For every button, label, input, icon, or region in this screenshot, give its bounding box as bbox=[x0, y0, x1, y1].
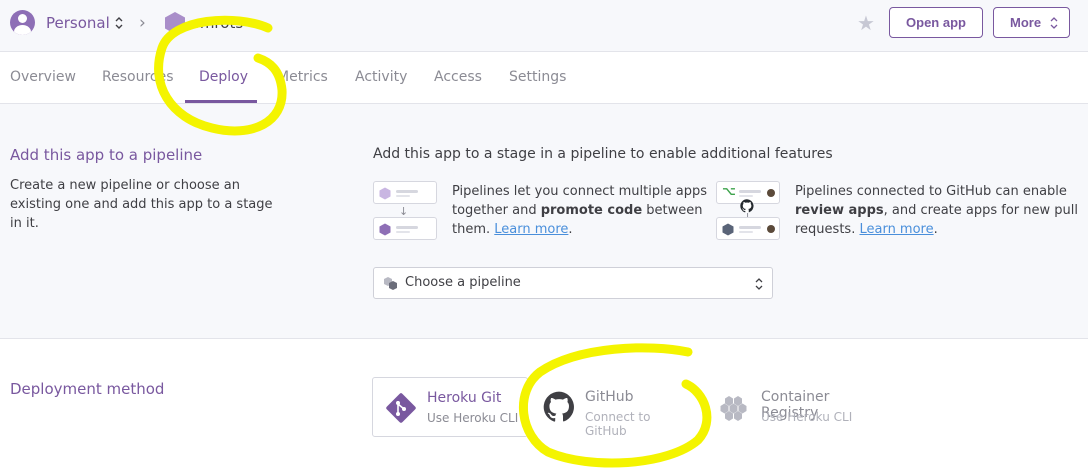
pipeline-section: Add this app to a pipeline Create a new … bbox=[0, 104, 1088, 339]
pipeline-feature-text: Pipelines let you connect multiple apps … bbox=[452, 184, 708, 237]
hexagon-icon bbox=[379, 223, 391, 236]
hexagon-icon bbox=[379, 187, 391, 200]
container-registry-icon bbox=[720, 396, 747, 421]
method-subtitle: Connect to GitHub bbox=[585, 410, 651, 438]
app-name[interactable]: smrots bbox=[192, 14, 243, 32]
pipeline-heading: Add this app to a stage in a pipeline to… bbox=[373, 146, 833, 162]
pipeline-select-value: Choose a pipeline bbox=[405, 275, 521, 290]
deploy-method-github[interactable]: GitHub Connect to GitHub bbox=[531, 377, 687, 438]
tab-settings[interactable]: Settings bbox=[509, 69, 566, 85]
pipeline-stage-illustration bbox=[373, 217, 437, 240]
pipeline-icon bbox=[384, 277, 397, 290]
learn-more-link[interactable]: Learn more bbox=[494, 222, 568, 237]
active-tab-indicator bbox=[185, 100, 257, 103]
deployment-method-title: Deployment method bbox=[10, 380, 165, 398]
method-subtitle: Use Heroku CLI bbox=[427, 411, 519, 425]
more-button[interactable]: More bbox=[993, 7, 1070, 38]
pipeline-stage-illustration bbox=[373, 181, 437, 204]
hexagon-icon bbox=[722, 223, 734, 236]
chevron-updown-icon[interactable] bbox=[114, 14, 124, 32]
pipeline-section-title: Add this app to a pipeline bbox=[10, 146, 203, 164]
account-avatar[interactable] bbox=[10, 10, 35, 35]
deploy-method-heroku-git[interactable]: Heroku Git Use Heroku CLI bbox=[372, 377, 528, 437]
star-icon[interactable]: ★ bbox=[857, 11, 875, 35]
tab-activity[interactable]: Activity bbox=[355, 69, 407, 85]
top-bar: Personal › smrots ★ Open app More bbox=[0, 0, 1088, 52]
pipeline-section-description: Create a new pipeline or choose an exist… bbox=[10, 178, 273, 231]
pull-request-icon: ⌥ bbox=[722, 184, 736, 198]
app-tabs: Overview Resources Deploy Metrics Activi… bbox=[0, 53, 1088, 104]
breadcrumb-separator: › bbox=[139, 13, 146, 33]
choose-pipeline-select[interactable]: Choose a pipeline bbox=[373, 267, 773, 299]
chevron-updown-icon bbox=[1050, 17, 1058, 29]
method-subtitle: Use Heroku CLI bbox=[761, 410, 853, 424]
github-feature-text: Pipelines connected to GitHub can enable… bbox=[795, 184, 1078, 237]
chevron-updown-icon bbox=[755, 278, 763, 290]
tab-metrics[interactable]: Metrics bbox=[277, 69, 328, 85]
tab-deploy[interactable]: Deploy bbox=[199, 69, 248, 85]
github-icon bbox=[543, 391, 574, 422]
method-title: GitHub bbox=[585, 389, 634, 405]
open-app-button[interactable]: Open app bbox=[889, 7, 983, 38]
tab-overview[interactable]: Overview bbox=[10, 69, 76, 85]
app-hexagon-icon bbox=[165, 12, 185, 34]
learn-more-link[interactable]: Learn more bbox=[859, 222, 933, 237]
more-label: More bbox=[1010, 15, 1042, 30]
method-title: Heroku Git bbox=[427, 390, 502, 406]
tab-resources[interactable]: Resources bbox=[102, 69, 174, 85]
tab-access[interactable]: Access bbox=[434, 69, 482, 85]
github-pipeline-illustration bbox=[716, 217, 780, 240]
deploy-method-container-registry[interactable]: Container Registry Use Heroku CLI bbox=[707, 377, 863, 437]
account-switcher[interactable]: Personal bbox=[46, 14, 110, 32]
git-icon bbox=[386, 393, 416, 423]
